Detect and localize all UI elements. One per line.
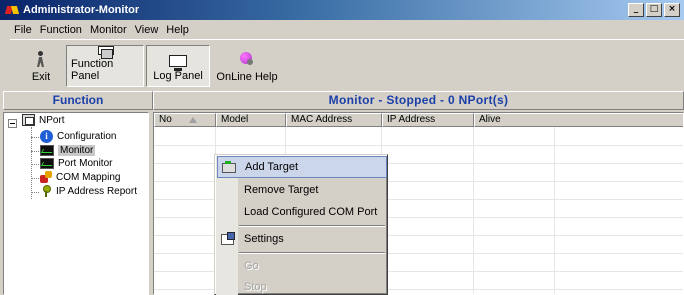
toolbar: Exit Function Panel Log Panel OnLine Hel… <box>10 43 684 87</box>
tree-item-label: NPort <box>39 114 65 126</box>
ip-report-icon <box>40 185 52 197</box>
table-header: No Model MAC Address IP Address Alive <box>154 113 683 127</box>
online-help-icon <box>237 50 257 68</box>
online-help-button-label: OnLine Help <box>216 71 278 83</box>
online-help-button[interactable]: OnLine Help <box>212 45 282 87</box>
app-logo-icon <box>5 3 19 17</box>
log-panel-button[interactable]: Log Panel <box>146 45 210 87</box>
tree-item-ip-address-report[interactable]: IP Address Report <box>40 185 137 197</box>
exit-button-label: Exit <box>31 71 51 83</box>
column-header-no[interactable]: No <box>154 113 216 127</box>
tree-item-label: Port Monitor <box>58 158 113 169</box>
exit-button[interactable]: Exit <box>18 45 64 87</box>
menu-bar: File Function Monitor View Help <box>10 21 684 40</box>
tree-item-label: Monitor <box>58 145 96 156</box>
tree-item-nport[interactable]: NPort <box>22 114 65 126</box>
info-icon: i <box>40 130 53 143</box>
monitor-status-header: Monitor - Stopped - 0 NPort(s) <box>153 91 684 110</box>
port-monitor-icon <box>40 158 54 169</box>
maximize-button[interactable]: □ <box>646 3 662 17</box>
column-header-model[interactable]: Model <box>216 113 286 127</box>
column-header-ip-address[interactable]: IP Address <box>382 113 474 127</box>
tree-item-configuration[interactable]: i Configuration <box>40 130 116 143</box>
nport-icon <box>22 114 35 126</box>
column-header-alive[interactable]: Alive <box>474 113 683 127</box>
sort-ascending-icon <box>189 117 197 123</box>
menu-item-load-configured-com-port[interactable]: Load Configured COM Port <box>217 201 387 223</box>
menu-function[interactable]: Function <box>36 24 86 36</box>
window-title: Administrator-Monitor <box>23 4 140 16</box>
log-panel-icon <box>169 55 187 71</box>
tree-item-label: Configuration <box>57 131 117 142</box>
settings-icon <box>221 232 235 245</box>
add-target-icon <box>222 161 236 173</box>
tree-collapse-toggle[interactable] <box>8 119 17 128</box>
menu-item-remove-target[interactable]: Remove Target <box>217 179 387 201</box>
monitor-icon <box>40 145 54 156</box>
function-panel-icon <box>98 46 114 59</box>
tree-item-label: IP Address Report <box>56 185 137 197</box>
close-button[interactable]: × <box>664 3 680 17</box>
menu-help[interactable]: Help <box>162 24 193 36</box>
log-panel-button-label: Log Panel <box>153 70 203 82</box>
function-panel-button[interactable]: Function Panel <box>66 45 144 87</box>
context-menu: Add Target Remove Target Load Configured… <box>214 154 388 295</box>
menu-item-settings[interactable]: Settings <box>217 228 387 250</box>
function-panel-header: Function <box>3 91 153 110</box>
menu-item-add-target[interactable]: Add Target <box>217 156 387 178</box>
menu-file[interactable]: File <box>10 24 36 36</box>
title-bar[interactable]: Administrator-Monitor _ □ × <box>0 0 684 20</box>
tree-item-monitor[interactable]: Monitor <box>40 145 96 156</box>
menu-item-stop: Stop <box>244 281 267 293</box>
column-header-mac-address[interactable]: MAC Address <box>286 113 382 127</box>
tree-item-label: COM Mapping <box>56 171 121 183</box>
com-mapping-icon <box>40 171 52 183</box>
window-controls: _ □ × <box>628 3 680 17</box>
minimize-button[interactable]: _ <box>628 3 644 17</box>
tree-item-com-mapping[interactable]: COM Mapping <box>40 171 120 183</box>
menu-monitor[interactable]: Monitor <box>86 24 131 36</box>
function-panel-button-label: Function Panel <box>71 58 114 82</box>
menu-view[interactable]: View <box>131 24 163 36</box>
tree-item-port-monitor[interactable]: Port Monitor <box>40 158 112 169</box>
function-tree[interactable]: NPort i Configuration Monitor Port Monit… <box>3 112 149 295</box>
exit-icon <box>31 50 51 68</box>
menu-item-go: Go <box>244 260 259 272</box>
